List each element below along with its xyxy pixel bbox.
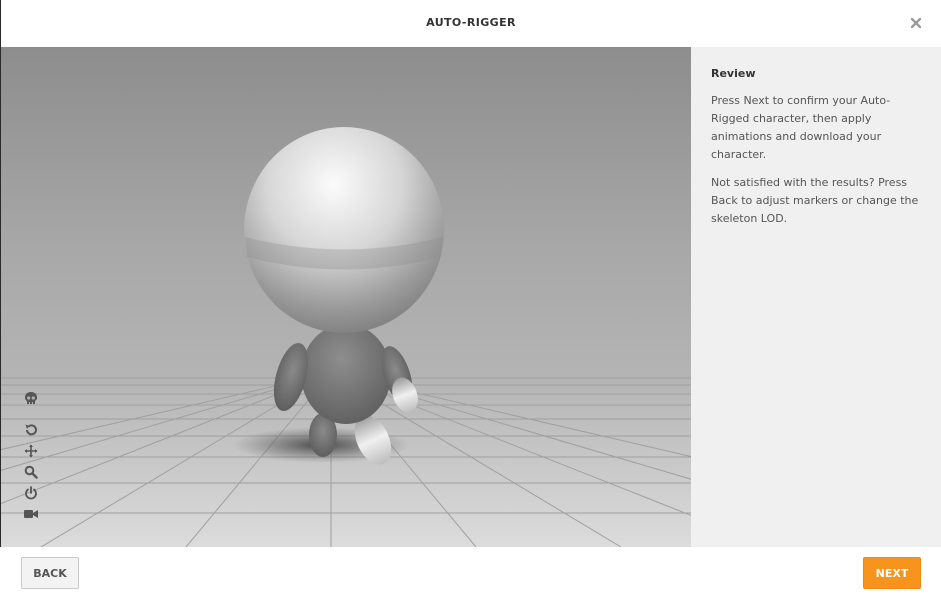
power-icon[interactable]	[21, 484, 41, 502]
review-panel: Review Press Next to confirm your Auto-R…	[691, 47, 941, 547]
3d-viewport[interactable]	[0, 47, 691, 547]
panel-paragraph-2: Not satisfied with the results? Press Ba…	[711, 176, 919, 225]
move-icon[interactable]	[21, 442, 41, 460]
dialog-footer: BACK NEXT	[0, 547, 941, 599]
close-icon[interactable]	[909, 15, 923, 29]
magnifier-icon[interactable]	[21, 463, 41, 481]
dialog-header: AUTO-RIGGER	[0, 0, 941, 47]
panel-paragraph-1: Press Next to confirm your Auto-Rigged c…	[711, 94, 891, 161]
video-camera-icon[interactable]	[21, 505, 41, 523]
back-button[interactable]: BACK	[21, 557, 79, 589]
dialog-title: AUTO-RIGGER	[426, 16, 516, 29]
rotate-icon[interactable]	[21, 421, 41, 439]
next-button[interactable]: NEXT	[863, 557, 921, 589]
3d-scene	[1, 47, 691, 547]
skull-icon[interactable]	[21, 390, 41, 408]
panel-title: Review	[711, 67, 756, 80]
